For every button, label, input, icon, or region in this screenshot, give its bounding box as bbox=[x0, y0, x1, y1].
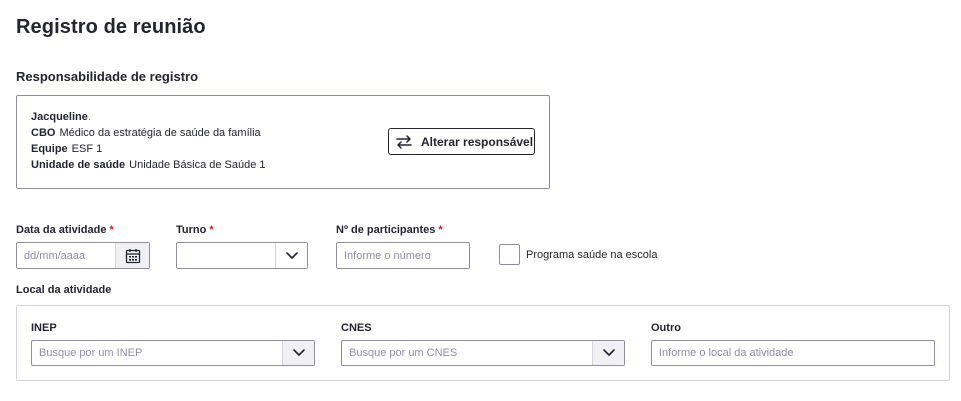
required-mark: * bbox=[438, 224, 443, 236]
equipe-value: ESF 1 bbox=[71, 143, 103, 155]
responsavel-card: Jacqueline. CBO Médico da estratégia de s… bbox=[16, 95, 550, 189]
turno-label-text: Turno bbox=[176, 224, 207, 236]
participantes-input[interactable]: Informe o número bbox=[336, 242, 470, 269]
section-title-responsabilidade: Responsabilidade de registro bbox=[16, 69, 199, 84]
outro-input[interactable]: Informe o local da atividade bbox=[651, 340, 935, 366]
programa-saude-escola-label: Programa saúde na escola bbox=[526, 249, 658, 261]
responsavel-nome: Jacqueline bbox=[31, 111, 88, 123]
calendar-icon bbox=[125, 248, 141, 264]
cnes-select[interactable]: Busque por um CNES bbox=[341, 340, 625, 366]
cnes-label: CNES bbox=[341, 322, 372, 334]
outro-label: Outro bbox=[651, 322, 681, 334]
inep-label: INEP bbox=[31, 322, 57, 334]
cbo-value: Médico da estratégia de saúde da família bbox=[59, 127, 261, 139]
responsavel-cbo-row: CBO Médico da estratégia de saúde da famí… bbox=[31, 127, 261, 139]
programa-saude-escola-checkbox[interactable] bbox=[499, 244, 520, 265]
inep-select[interactable]: Busque por um INEP bbox=[31, 340, 315, 366]
chevron-down-icon bbox=[292, 349, 305, 357]
required-mark: * bbox=[209, 224, 214, 236]
responsavel-unidade-row: Unidade de saúde Unidade Básica de Saúde … bbox=[31, 159, 266, 171]
cnes-dropdown-toggle[interactable] bbox=[592, 341, 624, 365]
data-atividade-input[interactable]: dd/mm/aaaa bbox=[16, 242, 150, 269]
data-atividade-label-text: Data da atividade bbox=[16, 224, 107, 236]
outro-placeholder: Informe o local da atividade bbox=[659, 347, 794, 359]
swap-arrows-icon bbox=[395, 133, 421, 151]
cnes-placeholder: Busque por um CNES bbox=[349, 347, 458, 359]
cbo-label: CBO bbox=[31, 127, 56, 139]
equipe-label: Equipe bbox=[31, 143, 68, 155]
required-mark: * bbox=[109, 224, 114, 236]
responsavel-equipe-row: Equipe ESF 1 bbox=[31, 143, 102, 155]
alterar-responsavel-button[interactable]: Alterar responsável bbox=[388, 128, 535, 155]
local-atividade-panel: INEP Busque por um INEP CNES Busque por … bbox=[16, 305, 950, 381]
chevron-down-icon bbox=[602, 349, 615, 357]
local-atividade-label: Local da atividade bbox=[16, 284, 112, 296]
data-atividade-placeholder: dd/mm/aaaa bbox=[24, 249, 86, 262]
turno-label: Turno * bbox=[176, 224, 214, 236]
participantes-placeholder: Informe o número bbox=[344, 249, 431, 262]
turno-dropdown-toggle[interactable] bbox=[275, 243, 307, 268]
page-title: Registro de reunião bbox=[16, 16, 206, 38]
inep-placeholder: Busque por um INEP bbox=[39, 347, 143, 359]
data-atividade-label: Data da atividade * bbox=[16, 224, 114, 236]
turno-select[interactable] bbox=[176, 242, 308, 269]
chevron-down-icon bbox=[285, 251, 298, 260]
responsavel-nome-row: Jacqueline. bbox=[31, 111, 91, 123]
participantes-label-text: Nº de participantes bbox=[336, 224, 436, 236]
inep-dropdown-toggle[interactable] bbox=[282, 341, 314, 365]
participantes-label: Nº de participantes * bbox=[336, 224, 443, 236]
alterar-responsavel-label: Alterar responsável bbox=[421, 134, 534, 149]
unidade-value: Unidade Básica de Saúde 1 bbox=[129, 159, 266, 171]
calendar-button[interactable] bbox=[115, 243, 149, 268]
unidade-label: Unidade de saúde bbox=[31, 159, 126, 171]
